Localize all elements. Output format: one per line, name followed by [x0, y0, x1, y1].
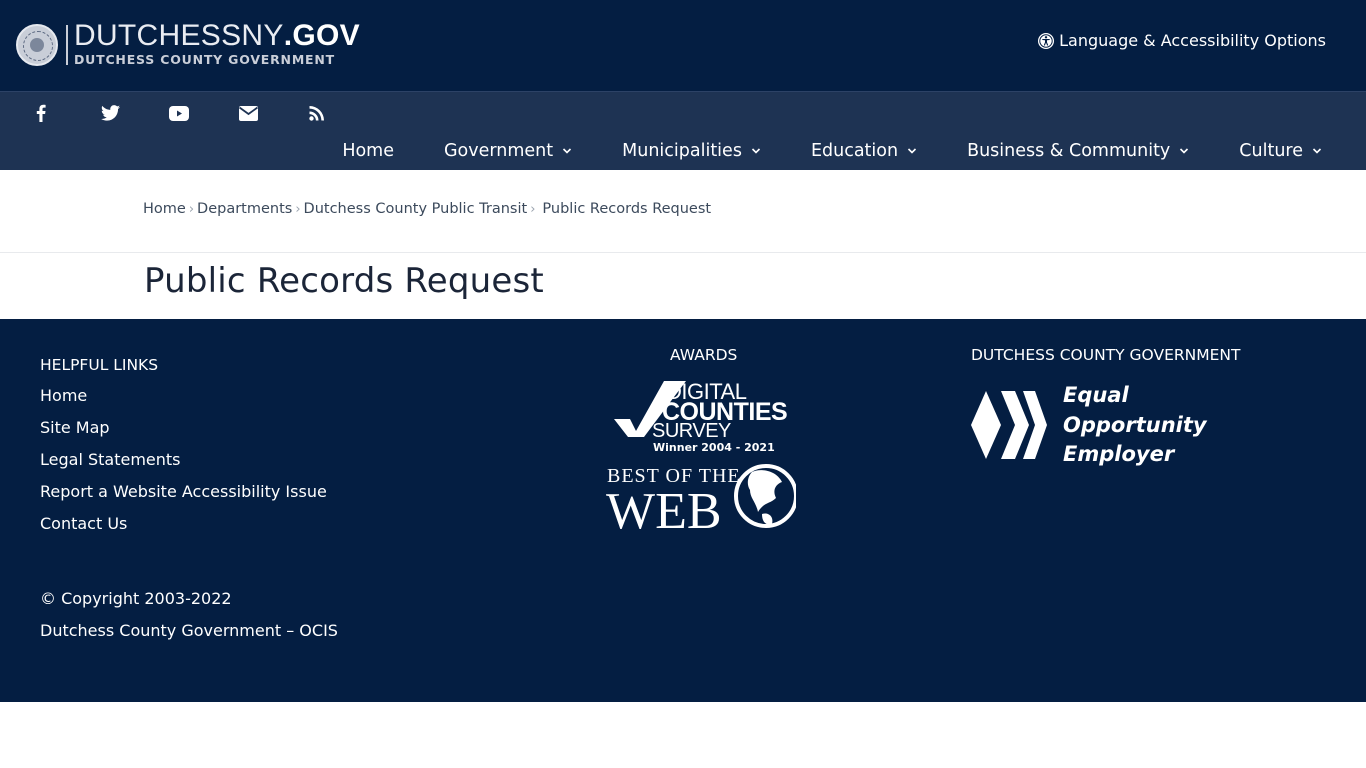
eoe-text: Equal Opportunity Employer — [1063, 381, 1207, 470]
dcs-line4: Winner 2004 - 2021 — [653, 441, 775, 454]
chevron-down-icon — [751, 148, 761, 154]
org-line: Dutchess County Government – OCIS — [40, 621, 338, 640]
breadcrumb-departments[interactable]: Departments — [197, 201, 292, 217]
footer-link-legal-statements[interactable]: Legal Statements — [40, 450, 327, 470]
site-logo[interactable]: DUTCHESSNY.GOV DUTCHESS COUNTY GOVERNMEN… — [16, 19, 360, 68]
nav-label: Home — [342, 141, 394, 161]
county-government-heading: DUTCHESS COUNTY GOVERNMENT — [971, 346, 1241, 364]
botw-line2: WEB — [606, 483, 722, 532]
envelope-icon[interactable] — [235, 102, 261, 124]
nav-item-business-community[interactable]: Business & Community — [967, 141, 1189, 161]
dcs-line3: SURVEY — [652, 420, 731, 442]
logo-divider — [66, 24, 68, 65]
footer-link-report-accessibility-issue[interactable]: Report a Website Accessibility Issue — [40, 482, 327, 502]
rss-icon[interactable] — [304, 102, 330, 124]
digital-counties-survey-badge[interactable]: DIGITAL COUNTIES SURVEY Winner 2004 - 20… — [612, 379, 794, 455]
logo-text: DUTCHESSNY.GOV DUTCHESS COUNTY GOVERNMEN… — [74, 19, 360, 68]
logo-main: DUTCHESSNY.GOV — [74, 19, 360, 52]
breadcrumb-separator: › — [295, 201, 301, 217]
main-menu: Home Government Municipalities Education… — [342, 141, 1322, 161]
eoe-line1: Equal — [1063, 383, 1129, 407]
logo-main-text: DUTCHESSNY — [74, 19, 284, 52]
language-accessibility-label: Language & Accessibility Options — [1059, 31, 1326, 50]
twitter-icon[interactable] — [97, 102, 123, 124]
nav-label: Education — [810, 141, 899, 161]
nav-item-municipalities[interactable]: Municipalities — [622, 141, 761, 161]
footer-link-site-map[interactable]: Site Map — [40, 418, 327, 438]
eoe-line3: Employer — [1063, 442, 1175, 466]
youtube-icon[interactable] — [166, 102, 192, 124]
social-links — [28, 102, 330, 124]
globe-icon — [734, 464, 796, 528]
divider — [0, 252, 1366, 253]
breadcrumb-home[interactable]: Home — [143, 201, 186, 217]
nav-item-home[interactable]: Home — [342, 141, 394, 161]
navigation-bar: Home Government Municipalities Education… — [0, 91, 1366, 170]
chevron-down-icon — [1180, 148, 1189, 154]
breadcrumb: Home › Departments › Dutchess County Pub… — [143, 201, 711, 217]
nav-label: Government — [444, 141, 554, 161]
chevron-down-icon — [563, 148, 572, 154]
helpful-links-list: Home Site Map Legal Statements Report a … — [40, 386, 327, 546]
breadcrumb-public-transit[interactable]: Dutchess County Public Transit — [304, 201, 528, 217]
footer-link-contact-us[interactable]: Contact Us — [40, 514, 327, 534]
footer: HELPFUL LINKS Home Site Map Legal Statem… — [0, 319, 1366, 702]
chevron-down-icon — [907, 148, 917, 154]
nav-item-culture[interactable]: Culture — [1239, 141, 1322, 161]
breadcrumb-separator: › — [188, 201, 195, 217]
chevron-down-icon — [1312, 148, 1322, 154]
copyright-block: © Copyright 2003-2022 Dutchess County Go… — [40, 589, 338, 653]
footer-link-home[interactable]: Home — [40, 386, 327, 406]
page-title: Public Records Request — [144, 261, 544, 301]
nav-label: Business & Community — [967, 141, 1171, 161]
best-of-the-web-badge[interactable]: BEST OF THE WEB — [606, 462, 796, 532]
awards-heading: AWARDS — [670, 346, 738, 364]
logo-tld: .GOV — [283, 19, 360, 52]
copyright-text: © Copyright 2003-2022 — [40, 589, 232, 608]
helpful-links-heading: HELPFUL LINKS — [40, 356, 159, 374]
nav-item-education[interactable]: Education — [811, 141, 917, 161]
county-seal-icon — [16, 23, 58, 66]
nav-item-government[interactable]: Government — [444, 141, 572, 161]
eoe-line2: Opportunity — [1063, 412, 1207, 437]
nav-label: Culture — [1239, 141, 1303, 161]
eoe-chevrons-icon — [971, 391, 1047, 460]
facebook-icon[interactable] — [28, 102, 54, 124]
universal-access-icon — [1038, 32, 1055, 49]
breadcrumb-current: Public Records Request — [542, 201, 712, 217]
equal-opportunity-employer: Equal Opportunity Employer — [971, 381, 1207, 470]
nav-label: Municipalities — [622, 141, 742, 161]
breadcrumb-separator: › — [530, 201, 536, 217]
language-accessibility-button[interactable]: Language & Accessibility Options — [1038, 31, 1326, 50]
top-header: DUTCHESSNY.GOV DUTCHESS COUNTY GOVERNMEN… — [0, 0, 1366, 91]
logo-subtitle: DUTCHESS COUNTY GOVERNMENT — [74, 52, 335, 67]
